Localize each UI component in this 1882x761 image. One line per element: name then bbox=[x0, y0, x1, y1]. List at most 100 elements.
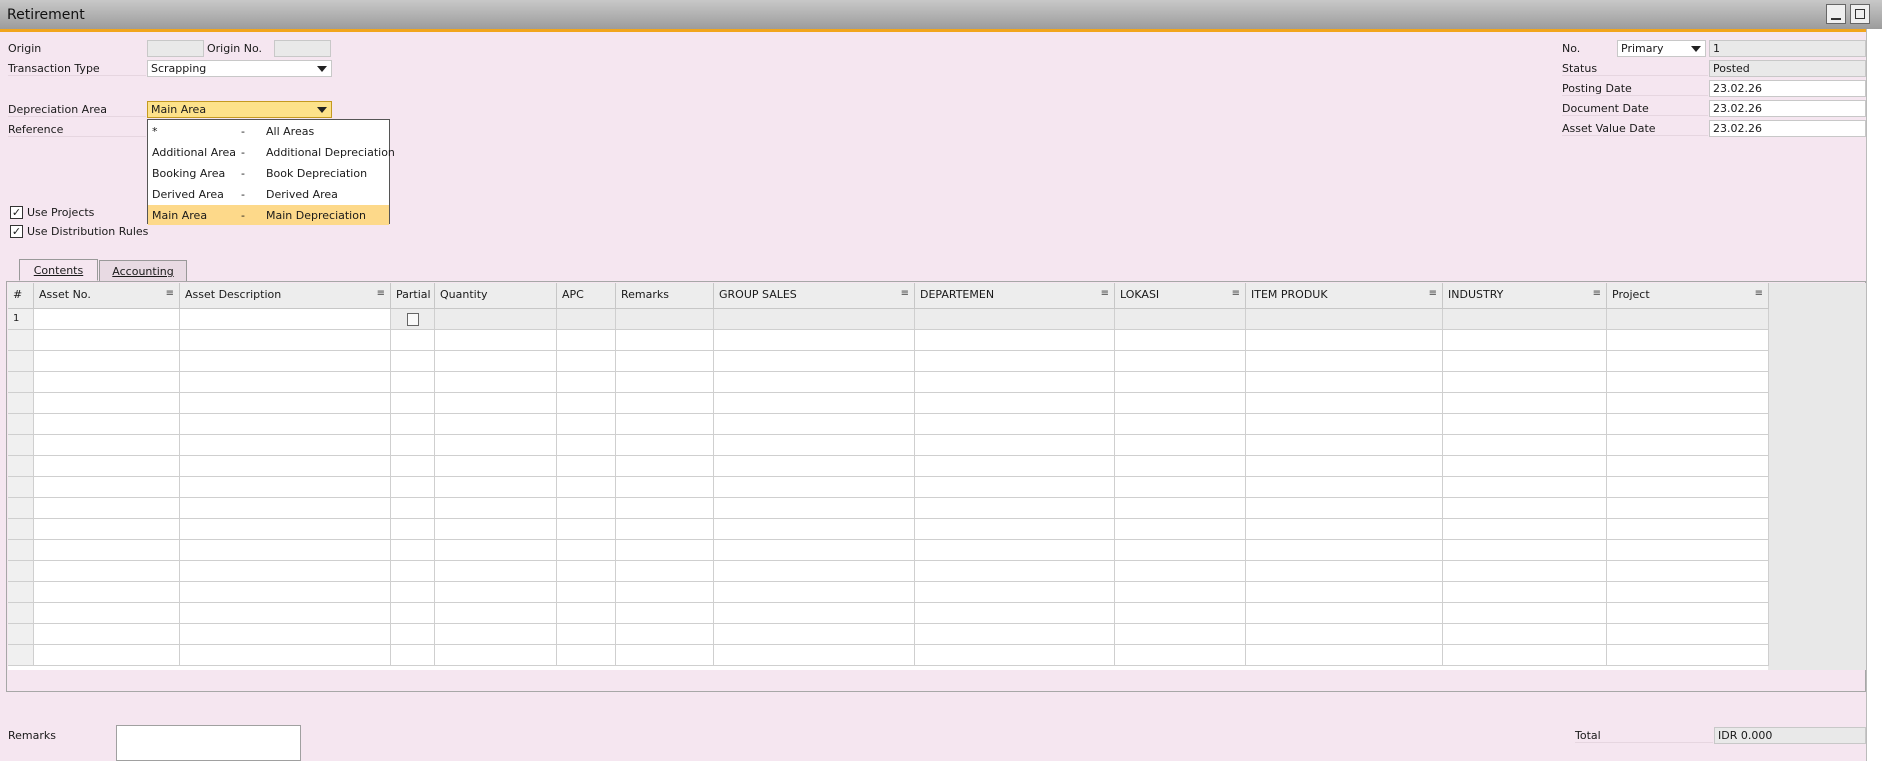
table-cell[interactable] bbox=[915, 645, 1115, 666]
table-cell[interactable] bbox=[391, 540, 435, 561]
table-cell[interactable] bbox=[915, 540, 1115, 561]
origin-no-field[interactable] bbox=[274, 40, 331, 57]
col-rownum-header[interactable]: # bbox=[8, 283, 34, 309]
table-cell[interactable] bbox=[1607, 351, 1769, 372]
table-cell[interactable] bbox=[1607, 645, 1769, 666]
table-cell[interactable] bbox=[180, 414, 391, 435]
table-cell[interactable] bbox=[180, 351, 391, 372]
table-cell[interactable] bbox=[714, 477, 915, 498]
table-cell[interactable] bbox=[391, 477, 435, 498]
table-cell[interactable] bbox=[435, 519, 557, 540]
table-cell[interactable] bbox=[714, 540, 915, 561]
table-cell[interactable] bbox=[616, 582, 714, 603]
table-cell[interactable] bbox=[915, 372, 1115, 393]
table-cell[interactable] bbox=[1246, 393, 1443, 414]
table-cell[interactable] bbox=[915, 435, 1115, 456]
table-cell[interactable] bbox=[1607, 330, 1769, 351]
table-cell[interactable] bbox=[557, 456, 616, 477]
table-cell[interactable] bbox=[435, 540, 557, 561]
use-distribution-rules-checkbox[interactable]: ✓ bbox=[10, 225, 23, 238]
table-cell[interactable] bbox=[1607, 414, 1769, 435]
table-cell[interactable] bbox=[435, 372, 557, 393]
table-cell[interactable] bbox=[714, 372, 915, 393]
table-cell[interactable] bbox=[1115, 498, 1246, 519]
table-cell[interactable] bbox=[391, 309, 435, 330]
table-cell[interactable] bbox=[1115, 477, 1246, 498]
col-partial-header[interactable]: Partial bbox=[391, 283, 435, 309]
table-cell[interactable] bbox=[915, 456, 1115, 477]
table-cell[interactable] bbox=[915, 561, 1115, 582]
table-cell[interactable] bbox=[915, 603, 1115, 624]
table-cell[interactable] bbox=[34, 603, 180, 624]
table-cell[interactable] bbox=[1607, 393, 1769, 414]
table-cell[interactable] bbox=[1607, 498, 1769, 519]
table-cell[interactable] bbox=[616, 393, 714, 414]
table-cell[interactable] bbox=[391, 645, 435, 666]
table-cell[interactable] bbox=[435, 414, 557, 435]
table-cell[interactable] bbox=[557, 603, 616, 624]
table-cell[interactable] bbox=[34, 372, 180, 393]
table-cell[interactable] bbox=[435, 603, 557, 624]
table-cell[interactable] bbox=[1115, 414, 1246, 435]
use-projects-checkbox[interactable]: ✓ bbox=[10, 206, 23, 219]
table-cell[interactable] bbox=[1246, 498, 1443, 519]
partial-checkbox[interactable] bbox=[407, 313, 419, 326]
table-cell[interactable] bbox=[1607, 624, 1769, 645]
table-cell[interactable] bbox=[391, 519, 435, 540]
table-cell[interactable] bbox=[714, 456, 915, 477]
table-cell[interactable] bbox=[180, 645, 391, 666]
table-cell[interactable] bbox=[180, 393, 391, 414]
dropdown-option-selected[interactable]: Main Area - Main Depreciation bbox=[148, 205, 389, 225]
table-cell[interactable] bbox=[180, 561, 391, 582]
table-cell[interactable] bbox=[34, 561, 180, 582]
table-cell[interactable] bbox=[435, 498, 557, 519]
dropdown-option[interactable]: Booking Area - Book Depreciation bbox=[148, 163, 389, 183]
table-cell[interactable] bbox=[1607, 309, 1769, 330]
table-cell[interactable] bbox=[1443, 561, 1607, 582]
table-cell[interactable] bbox=[1443, 456, 1607, 477]
col-quantity-header[interactable]: Quantity bbox=[435, 283, 557, 309]
table-cell[interactable] bbox=[435, 330, 557, 351]
dropdown-option[interactable]: Additional Area - Additional Depreciatio… bbox=[148, 142, 395, 162]
series-select[interactable]: Primary bbox=[1617, 40, 1706, 57]
table-cell[interactable] bbox=[1246, 519, 1443, 540]
table-cell[interactable] bbox=[714, 414, 915, 435]
table-cell[interactable] bbox=[714, 393, 915, 414]
table-cell[interactable] bbox=[1115, 582, 1246, 603]
maximize-button[interactable] bbox=[1850, 4, 1870, 24]
table-cell[interactable] bbox=[180, 519, 391, 540]
table-cell[interactable] bbox=[391, 582, 435, 603]
table-cell[interactable] bbox=[34, 498, 180, 519]
table-cell[interactable] bbox=[1246, 435, 1443, 456]
column-menu-icon[interactable]: ≡ bbox=[1232, 288, 1240, 299]
table-cell[interactable] bbox=[180, 498, 391, 519]
table-cell[interactable] bbox=[557, 372, 616, 393]
col-asset-description-header[interactable]: Asset Description ≡ bbox=[180, 283, 391, 309]
column-menu-icon[interactable]: ≡ bbox=[377, 288, 385, 299]
table-cell[interactable] bbox=[34, 330, 180, 351]
table-cell[interactable] bbox=[1443, 477, 1607, 498]
document-number-field[interactable]: 1 bbox=[1709, 40, 1866, 57]
col-project-header[interactable]: Project ≡ bbox=[1607, 283, 1769, 309]
table-cell[interactable] bbox=[714, 561, 915, 582]
column-menu-icon[interactable]: ≡ bbox=[1755, 288, 1763, 299]
table-cell[interactable] bbox=[714, 330, 915, 351]
table-cell[interactable] bbox=[180, 330, 391, 351]
table-cell[interactable] bbox=[1115, 561, 1246, 582]
table-cell[interactable] bbox=[180, 540, 391, 561]
table-cell[interactable] bbox=[1443, 624, 1607, 645]
table-cell[interactable] bbox=[435, 477, 557, 498]
table-cell[interactable] bbox=[1607, 540, 1769, 561]
table-cell[interactable] bbox=[1443, 393, 1607, 414]
table-cell[interactable] bbox=[1115, 435, 1246, 456]
table-cell[interactable] bbox=[180, 372, 391, 393]
table-cell[interactable] bbox=[391, 624, 435, 645]
table-cell[interactable] bbox=[1246, 603, 1443, 624]
table-cell[interactable] bbox=[34, 435, 180, 456]
table-cell[interactable] bbox=[1115, 519, 1246, 540]
column-menu-icon[interactable]: ≡ bbox=[1429, 288, 1437, 299]
table-cell[interactable] bbox=[915, 330, 1115, 351]
column-menu-icon[interactable]: ≡ bbox=[1101, 288, 1109, 299]
table-cell[interactable] bbox=[616, 435, 714, 456]
table-cell[interactable] bbox=[557, 540, 616, 561]
